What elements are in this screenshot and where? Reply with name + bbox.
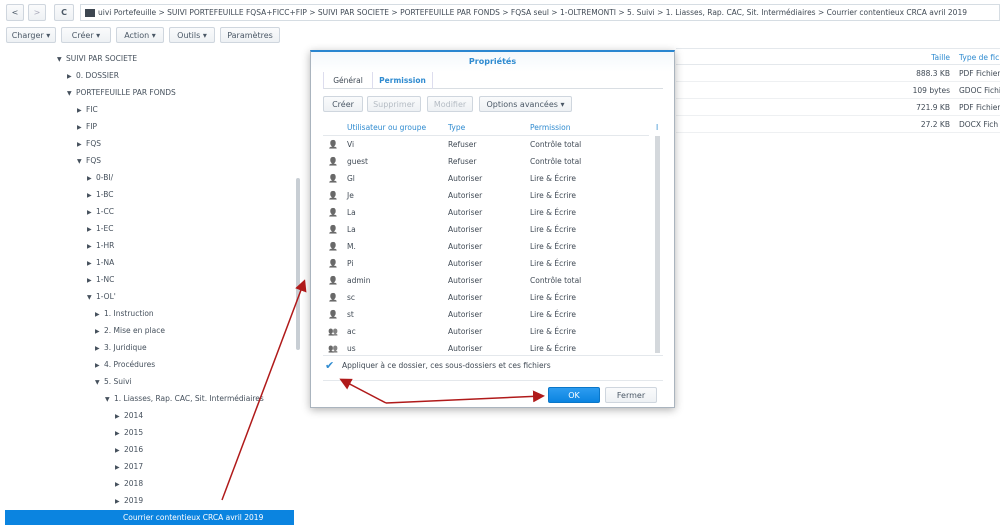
- arrow-to-ok: [385, 390, 545, 404]
- arrow-to-checkbox: [339, 378, 387, 404]
- annotation-arrows: [221, 279, 545, 501]
- arrow-to-tree: [221, 279, 307, 501]
